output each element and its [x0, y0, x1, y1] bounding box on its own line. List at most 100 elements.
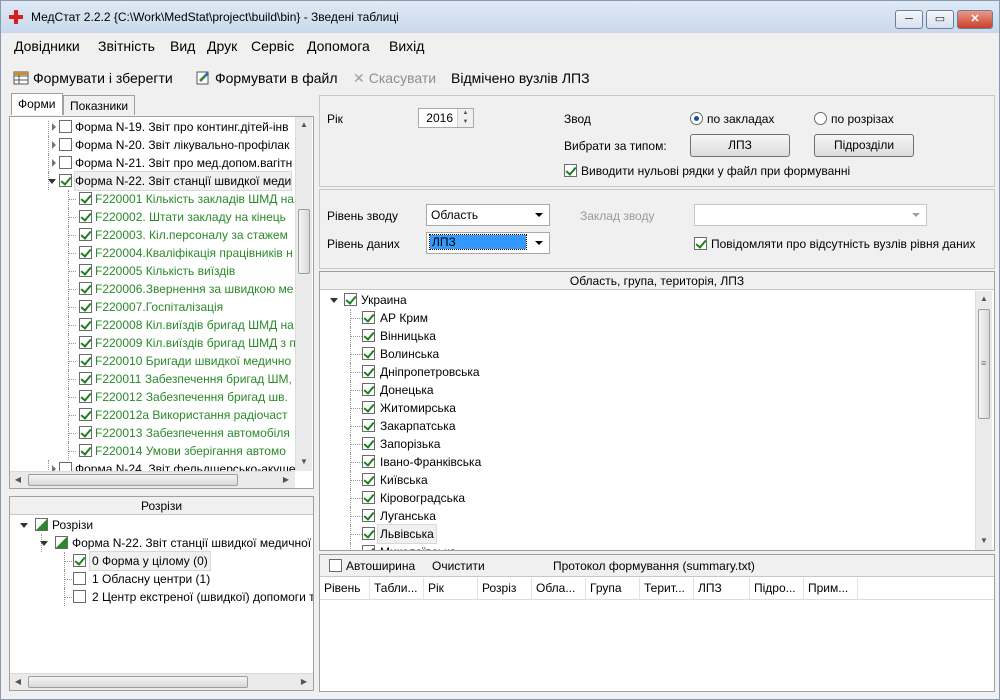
institution-zvod-select[interactable] [694, 204, 927, 226]
tree-node-region[interactable]: Запорізька [320, 435, 975, 453]
tree-node-sections-root[interactable]: Розрізи [10, 516, 313, 534]
protocol-column-header[interactable]: Підро... [750, 578, 804, 599]
tree-checkbox[interactable] [73, 590, 86, 603]
year-spinner[interactable]: 2016 ▲ ▼ [418, 108, 474, 128]
tree-node-section[interactable]: 2 Центр екстреної (швидкої) допомоги т [10, 588, 313, 606]
tree-node-table[interactable]: F220011 Забезпечення бригад ШМ, [10, 370, 295, 388]
tree-node-region[interactable]: Львівська [320, 524, 975, 544]
tree-node-region[interactable]: Дніпропетровська [320, 363, 975, 381]
tree-node-table[interactable]: F220006.Звернення за швидкою ме [10, 280, 295, 298]
menu-item-zvitnist[interactable]: Звітність [98, 38, 155, 54]
tree-checkbox[interactable] [79, 228, 92, 241]
menu-item-dovidnyky[interactable]: Довідники [14, 38, 80, 54]
tree-checkbox[interactable] [79, 192, 92, 205]
tree-node-table[interactable]: F220012 Забезпечення бригад шв. [10, 388, 295, 406]
tree-checkbox[interactable] [362, 437, 375, 450]
tree-node-form[interactable]: Форма N-21. Звіт про мед.допом.вагітн [10, 154, 295, 172]
regions-vscroll[interactable]: ▲ ≡ ▼ [975, 291, 992, 550]
menu-item-druk[interactable]: Друк [207, 38, 237, 54]
tree-node-table[interactable]: F220008 Кіл.виїздів бригад ШМД на [10, 316, 295, 334]
regions-tree[interactable]: Украина АР Крим Вінницька Волинська Дніпропе… [320, 291, 975, 550]
menu-item-servis[interactable]: Сервіс [251, 38, 294, 54]
tree-node-form[interactable]: Форма N-22. Звіт станції швидкої меди [10, 171, 295, 191]
title-bar[interactable]: МедСтат 2.2.2 {C:\Work\MedStat\project\b… [1, 1, 999, 33]
regions-vscroll-thumb[interactable]: ≡ [978, 309, 990, 419]
tree-node-region[interactable]: Житомирська [320, 399, 975, 417]
tree-checkbox[interactable] [79, 426, 92, 439]
expand-arrow-icon[interactable] [52, 141, 56, 149]
tree-checkbox[interactable] [362, 509, 375, 522]
scroll-left-icon[interactable]: ◀ [10, 472, 26, 488]
tree-node-region[interactable]: Вінницька [320, 327, 975, 345]
radio-by-sections[interactable] [814, 112, 827, 125]
menu-item-vykhid[interactable]: Вихід [389, 38, 424, 54]
tree-checkbox-partial[interactable] [55, 536, 68, 549]
forms-tree-vscroll[interactable]: ▲ ▼ [295, 117, 312, 471]
tree-checkbox[interactable] [79, 210, 92, 223]
collapse-arrow-icon[interactable] [330, 298, 338, 303]
scroll-right-icon[interactable]: ▶ [278, 472, 294, 488]
tree-checkbox[interactable] [79, 300, 92, 313]
tree-checkbox[interactable] [79, 354, 92, 367]
radio-by-sections-label[interactable]: по розрізах [831, 112, 894, 126]
tree-node-region[interactable]: Івано-Франківська [320, 453, 975, 471]
tree-checkbox[interactable] [59, 120, 72, 133]
scroll-up-icon[interactable]: ▲ [976, 291, 992, 307]
notify-missing-checkbox[interactable] [694, 237, 707, 250]
tree-node-region[interactable]: Київська [320, 471, 975, 489]
tree-node-table[interactable]: F220012а Використання радіочаст [10, 406, 295, 424]
tree-checkbox[interactable] [59, 462, 72, 471]
minimize-button[interactable]: ─ [895, 10, 923, 29]
protocol-column-header[interactable]: Рівень [320, 578, 370, 599]
tree-node-form[interactable]: Форма N-24. Звіт фельдшерсько-акуше [10, 460, 295, 471]
tree-node-table[interactable]: F220004.Кваліфікація працівників н [10, 244, 295, 262]
tree-node-country[interactable]: Украина [320, 291, 975, 309]
protocol-column-header[interactable]: Прим... [804, 578, 858, 599]
tree-checkbox[interactable] [79, 318, 92, 331]
tree-checkbox[interactable] [73, 572, 86, 585]
spin-up-icon[interactable]: ▲ [458, 109, 473, 118]
lpz-type-button[interactable]: ЛПЗ [690, 134, 790, 157]
tree-checkbox[interactable] [362, 455, 375, 468]
clear-protocol-button[interactable]: Очистити [432, 559, 485, 573]
tree-node-sections-form[interactable]: Форма N-22. Звіт станції швидкої медично… [10, 534, 313, 552]
forms-tree-hscroll[interactable]: ◀ ▶ [10, 471, 295, 488]
tree-node-table[interactable]: F220003. Кіл.персоналу за стажем [10, 226, 295, 244]
tree-node-table[interactable]: F220014 Умови зберігання автомо [10, 442, 295, 460]
protocol-column-header[interactable]: Терит... [640, 578, 694, 599]
tree-node-region[interactable]: Кіровоградська [320, 489, 975, 507]
forms-tree-vscroll-thumb[interactable] [298, 209, 310, 274]
tree-node-table[interactable]: F220013 Забезпечення автомобіля [10, 424, 295, 442]
tree-node-section[interactable]: 0 Форма у цілому (0) [10, 551, 313, 571]
tree-checkbox[interactable] [362, 383, 375, 396]
tab-indicators[interactable]: Показники [63, 95, 135, 115]
expand-arrow-icon[interactable] [52, 159, 56, 167]
form-and-save-button[interactable]: Формувати і зберегти [13, 70, 173, 86]
tree-checkbox[interactable] [79, 444, 92, 457]
collapse-arrow-icon[interactable] [20, 523, 28, 528]
sections-hscroll-thumb[interactable] [28, 676, 248, 688]
expand-arrow-icon[interactable] [52, 123, 56, 131]
autowidth-label[interactable]: Автоширина [346, 559, 415, 573]
tree-checkbox[interactable] [362, 347, 375, 360]
collapse-arrow-icon[interactable] [40, 541, 48, 546]
tree-checkbox[interactable] [59, 174, 72, 187]
collapse-arrow-icon[interactable] [48, 179, 56, 184]
scroll-right-icon[interactable]: ▶ [296, 674, 312, 690]
tree-node-form[interactable]: Форма N-19. Звіт про континг.дітей-інв [10, 120, 295, 136]
tree-node-region[interactable]: Луганська [320, 507, 975, 525]
tree-checkbox[interactable] [362, 491, 375, 504]
tree-checkbox[interactable] [79, 282, 92, 295]
tree-node-region[interactable]: Донецька [320, 381, 975, 399]
tree-checkbox[interactable] [362, 473, 375, 486]
tree-node-region[interactable]: АР Крим [320, 309, 975, 327]
tree-checkbox[interactable] [59, 156, 72, 169]
tree-checkbox[interactable] [362, 527, 375, 540]
notify-missing-label[interactable]: Повідомляти про відсутність вузлів рівня… [711, 237, 975, 251]
tree-node-table[interactable]: F220001 Кількість закладів ШМД на [10, 190, 295, 208]
tree-node-table[interactable]: F220005 Кількість виїздів [10, 262, 295, 280]
tree-checkbox[interactable] [79, 390, 92, 403]
tree-checkbox[interactable] [362, 329, 375, 342]
tree-checkbox[interactable] [362, 401, 375, 414]
forms-tree[interactable]: Форма N-19. Звіт про континг.дітей-інв Фо… [10, 120, 295, 471]
